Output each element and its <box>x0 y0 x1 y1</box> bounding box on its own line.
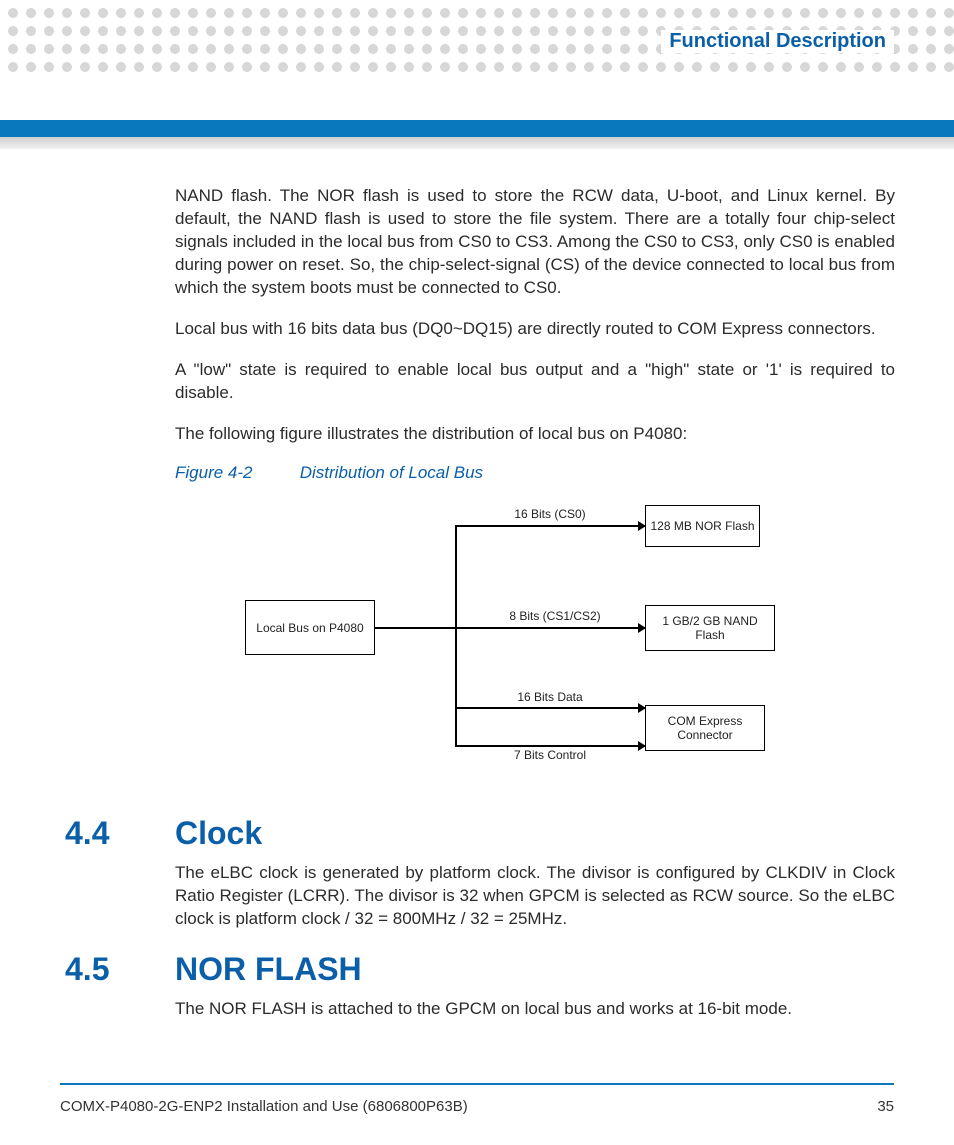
paragraph: A "low" state is required to enable loca… <box>175 359 895 405</box>
heading-row: 4.4 Clock <box>65 815 895 852</box>
footer-page-number: 35 <box>877 1098 894 1115</box>
header-rule-grey <box>0 137 954 149</box>
figure-title: Distribution of Local Bus <box>300 463 483 482</box>
footer: COMX-P4080-2G-ENP2 Installation and Use … <box>60 1098 894 1115</box>
section-title-wrap: Functional Description <box>661 30 894 53</box>
footer-doc-title: COMX-P4080-2G-ENP2 Installation and Use … <box>60 1098 468 1115</box>
heading-row: 4.5 NOR FLASH <box>65 951 895 988</box>
heading-number: 4.5 <box>65 951 175 988</box>
heading-title: NOR FLASH <box>175 951 362 988</box>
section-title: Functional Description <box>669 30 886 52</box>
diagram-line <box>375 627 455 629</box>
paragraph: The NOR FLASH is attached to the GPCM on… <box>175 998 895 1021</box>
diagram-box-comexpress: COM Express Connector <box>645 705 765 751</box>
header-dot-pattern: Functional Description <box>0 0 954 80</box>
paragraph: The eLBC clock is generated by platform … <box>175 862 895 931</box>
paragraph: The following figure illustrates the dis… <box>175 423 895 446</box>
diagram-arrow <box>455 627 645 629</box>
diagram-edge-label: 7 Bits Control <box>495 748 605 762</box>
figure-diagram: Local Bus on P4080 16 Bits (CS0) 128 MB … <box>245 495 805 785</box>
figure-caption: Figure 4-2 Distribution of Local Bus <box>175 463 895 483</box>
diagram-arrow <box>455 525 645 527</box>
diagram-arrow <box>455 745 645 747</box>
diagram-line <box>455 525 457 745</box>
diagram-edge-label: 16 Bits Data <box>495 690 605 704</box>
diagram-box-nand: 1 GB/2 GB NAND Flash <box>645 605 775 651</box>
paragraph: Local bus with 16 bits data bus (DQ0~DQ1… <box>175 318 895 341</box>
heading-number: 4.4 <box>65 815 175 852</box>
footer-rule <box>60 1083 894 1085</box>
diagram-box-nor: 128 MB NOR Flash <box>645 505 760 547</box>
heading-title: Clock <box>175 815 262 852</box>
diagram-box-localbus: Local Bus on P4080 <box>245 600 375 655</box>
paragraph: NAND flash. The NOR flash is used to sto… <box>175 185 895 300</box>
page-content: NAND flash. The NOR flash is used to sto… <box>175 185 895 1039</box>
diagram-arrow <box>455 707 645 709</box>
figure-number: Figure 4-2 <box>175 463 295 483</box>
diagram-edge-label: 8 Bits (CS1/CS2) <box>485 609 625 623</box>
diagram-edge-label: 16 Bits (CS0) <box>495 507 605 521</box>
header-rule-blue <box>0 120 954 137</box>
